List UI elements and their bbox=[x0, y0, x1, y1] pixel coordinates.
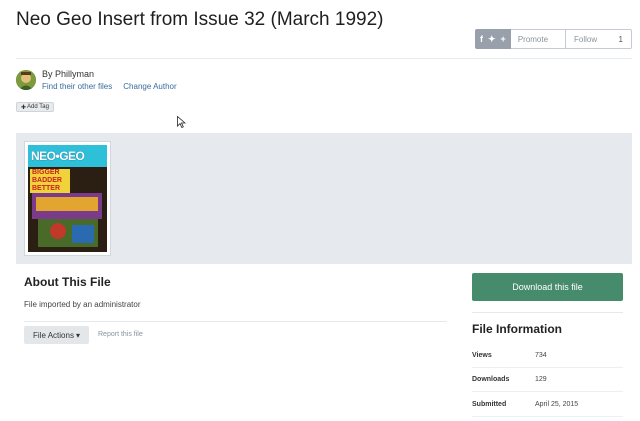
info-label: Submitted bbox=[472, 401, 507, 408]
follow-count: 1 bbox=[618, 34, 623, 44]
file-gallery: NEO•GEO BIGGER BADDER BETTER bbox=[16, 133, 632, 264]
info-value: 734 bbox=[535, 352, 547, 359]
plus-icon: ✚ bbox=[21, 104, 27, 111]
twitter-icon[interactable]: ✦ bbox=[488, 34, 496, 45]
follow-button[interactable]: Follow 1 bbox=[565, 29, 632, 49]
info-row-downloads: Downloads 129 bbox=[472, 368, 623, 392]
share-buttons: f ✦ + bbox=[475, 29, 511, 49]
change-author-link[interactable]: Change Author bbox=[123, 82, 176, 91]
file-information-title: File Information bbox=[472, 322, 562, 336]
info-value: April 25, 2015 bbox=[535, 401, 579, 408]
avatar[interactable] bbox=[16, 70, 36, 90]
thumbnail-line-2: BADDER bbox=[32, 177, 62, 184]
file-thumbnail-frame[interactable]: NEO•GEO BIGGER BADDER BETTER bbox=[24, 141, 111, 256]
facebook-icon[interactable]: f bbox=[480, 34, 483, 44]
add-tag-label: Add Tag bbox=[27, 104, 49, 110]
info-label: Views bbox=[472, 352, 492, 359]
plus-icon[interactable]: + bbox=[501, 34, 506, 44]
file-actions-label: File Actions bbox=[33, 330, 74, 340]
download-button[interactable]: Download this file bbox=[472, 273, 623, 301]
about-divider bbox=[24, 321, 447, 322]
about-title: About This File bbox=[24, 275, 111, 289]
report-file-link[interactable]: Report this file bbox=[98, 331, 143, 338]
add-tag-button[interactable]: ✚ Add Tag bbox=[16, 102, 54, 112]
sidebar-divider bbox=[472, 312, 623, 313]
file-actions-button[interactable]: File Actions ▾ bbox=[24, 326, 89, 344]
header-divider bbox=[16, 58, 632, 59]
file-thumbnail: NEO•GEO BIGGER BADDER BETTER bbox=[28, 145, 107, 252]
thumbnail-line-1: BIGGER bbox=[32, 169, 60, 176]
follow-label: Follow bbox=[574, 34, 598, 44]
page-title: Neo Geo Insert from Issue 32 (March 1992… bbox=[16, 9, 384, 30]
author-name[interactable]: By Phillyman bbox=[42, 69, 94, 79]
mouse-cursor-icon bbox=[177, 116, 186, 128]
author-byline: By Phillyman bbox=[42, 69, 94, 79]
author-links: Find their other files Change Author bbox=[42, 82, 177, 91]
thumbnail-line-3: BETTER bbox=[32, 185, 60, 192]
info-row-submitted: Submitted April 25, 2015 bbox=[472, 393, 623, 417]
info-value: 129 bbox=[535, 376, 547, 383]
info-label: Downloads bbox=[472, 376, 510, 383]
find-other-files-link[interactable]: Find their other files bbox=[42, 82, 112, 91]
thumbnail-brand: NEO•GEO bbox=[31, 149, 85, 163]
info-row-views: Views 734 bbox=[472, 344, 623, 368]
chevron-down-icon: ▾ bbox=[75, 330, 80, 340]
about-description: File imported by an administrator bbox=[24, 300, 141, 309]
